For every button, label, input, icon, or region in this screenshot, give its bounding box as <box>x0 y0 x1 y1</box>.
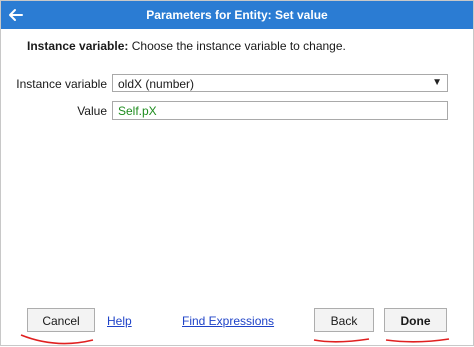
instance-variable-selected: oldX (number) <box>118 77 195 91</box>
value-input-text: Self.pX <box>118 104 157 118</box>
done-button[interactable]: Done <box>384 308 447 332</box>
arrow-left-icon[interactable] <box>7 6 25 24</box>
set-value-dialog: Parameters for Entity: Set value Instanc… <box>0 0 474 346</box>
back-button[interactable]: Back <box>314 308 374 332</box>
dialog-titlebar: Parameters for Entity: Set value <box>1 1 473 29</box>
find-expressions-link[interactable]: Find Expressions <box>182 314 274 328</box>
help-link[interactable]: Help <box>107 314 132 328</box>
cancel-button[interactable]: Cancel <box>27 308 95 332</box>
description-text: Choose the instance variable to change. <box>128 39 346 53</box>
value-input[interactable]: Self.pX <box>112 101 448 120</box>
dropdown-caret-icon[interactable]: ▼ <box>432 77 442 88</box>
description-label: Instance variable: <box>27 39 129 53</box>
dialog-title: Parameters for Entity: Set value <box>146 8 328 22</box>
instance-variable-label: Instance variable <box>16 77 107 91</box>
parameter-description: Instance variable: Choose the instance v… <box>27 39 346 53</box>
instance-variable-select[interactable]: oldX (number) ▼ <box>112 74 448 92</box>
value-label: Value <box>77 104 107 118</box>
